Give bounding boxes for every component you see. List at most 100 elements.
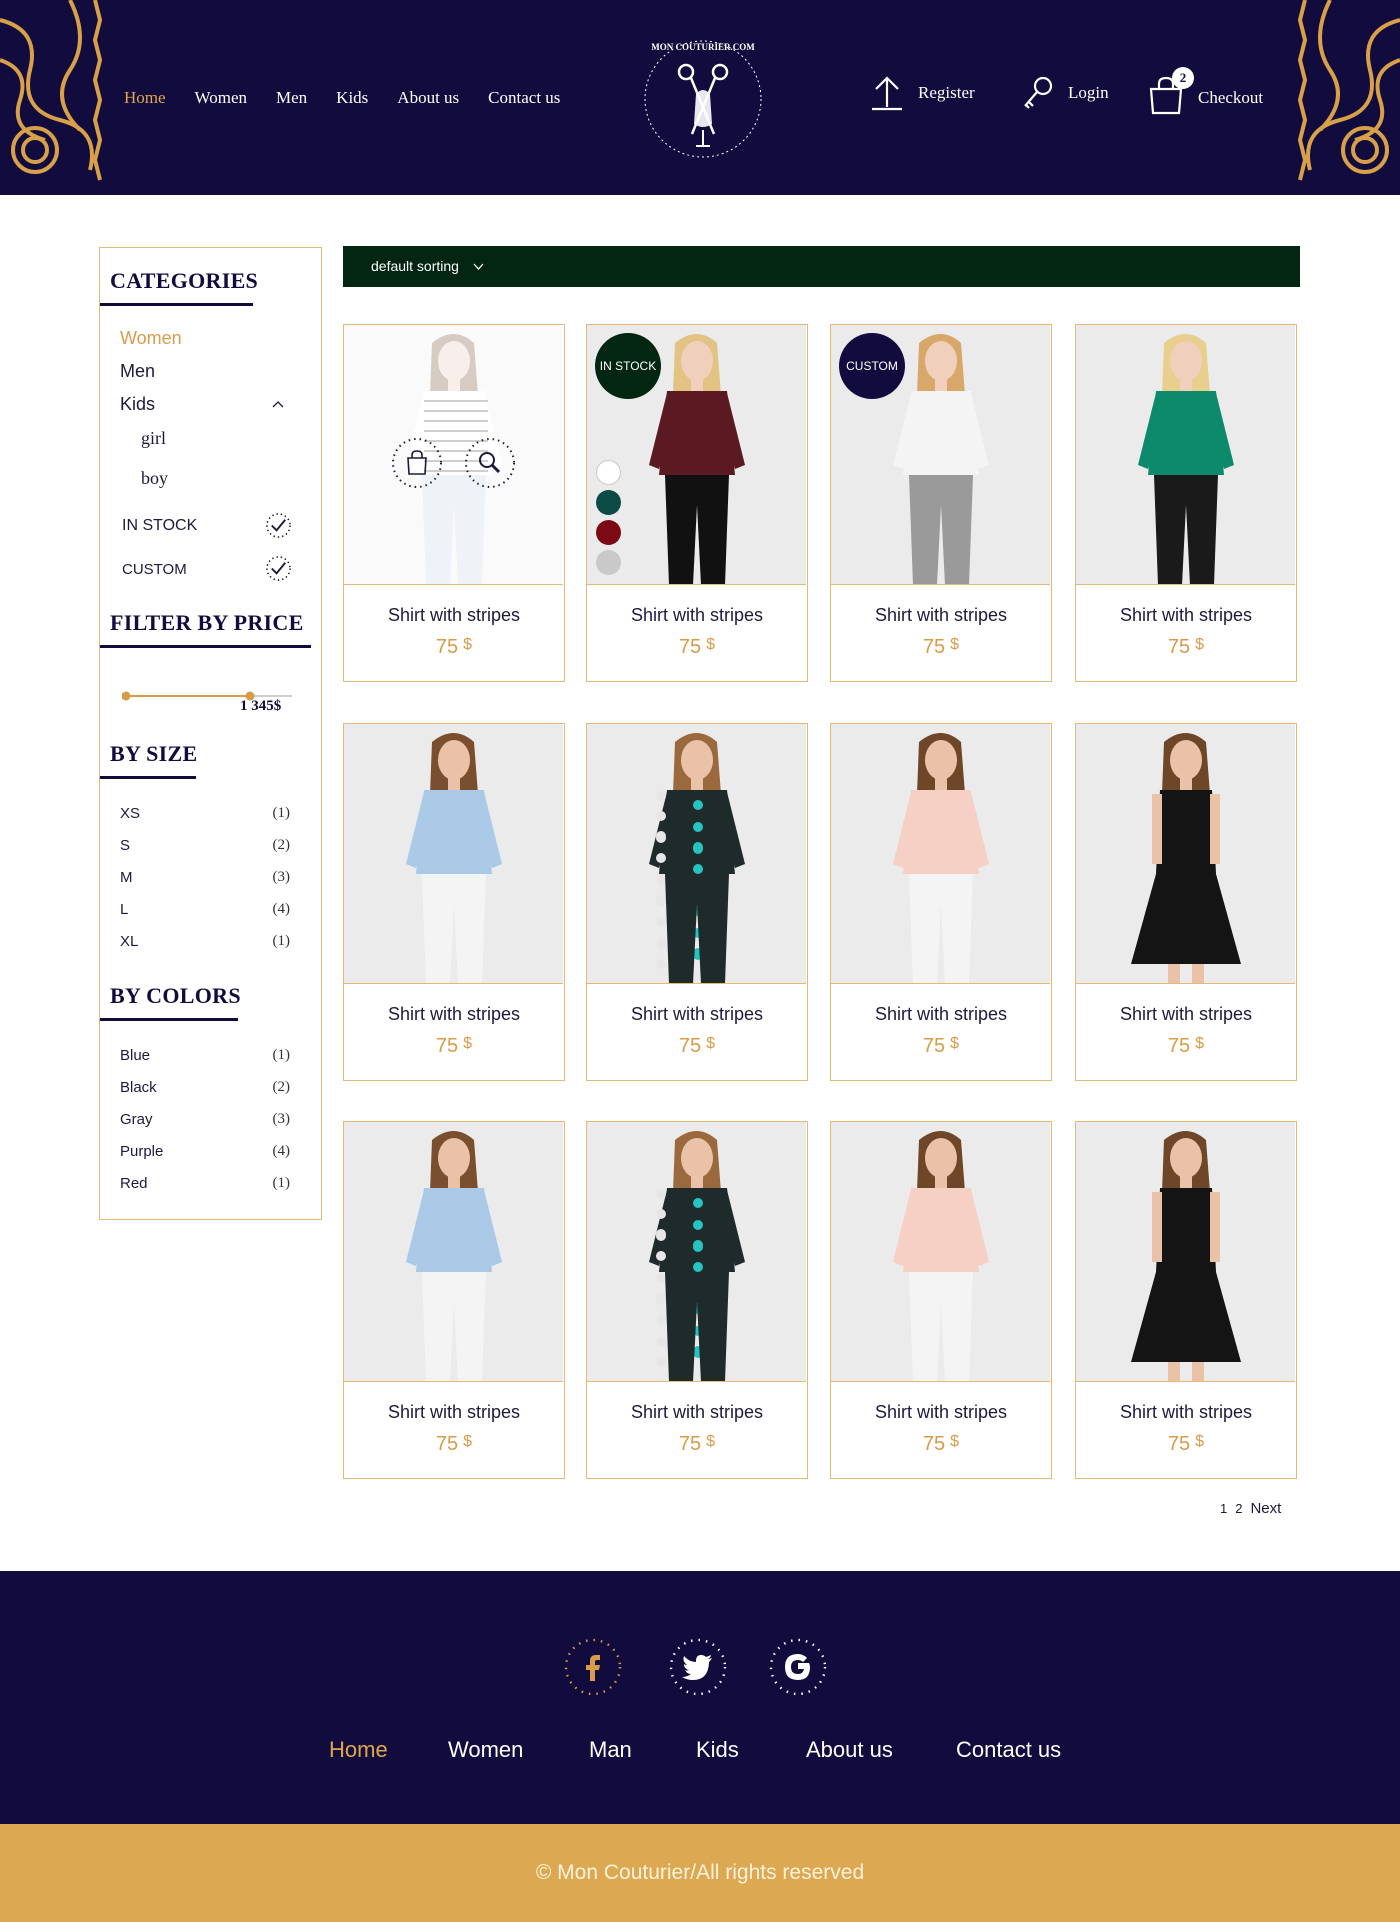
category-men[interactable]: Men bbox=[120, 361, 155, 382]
sort-dropdown[interactable]: default sorting bbox=[371, 258, 484, 274]
footer-nav-women[interactable]: Women bbox=[448, 1737, 523, 1763]
chevron-down-icon bbox=[473, 263, 484, 270]
nav-home[interactable]: Home bbox=[124, 88, 166, 108]
product-image[interactable] bbox=[587, 724, 806, 984]
product-name[interactable]: Shirt with stripes bbox=[587, 1402, 807, 1423]
facebook-icon[interactable] bbox=[563, 1637, 623, 1697]
product-name[interactable]: Shirt with stripes bbox=[1076, 1004, 1296, 1025]
product-photo bbox=[344, 1122, 563, 1381]
price-value: 75 bbox=[922, 1035, 946, 1057]
register-link[interactable]: Register bbox=[870, 75, 975, 111]
in-stock-checkbox[interactable] bbox=[265, 512, 292, 539]
sort-label: default sorting bbox=[371, 258, 459, 274]
product-card[interactable]: Shirt with stripes 75 $ bbox=[586, 723, 808, 1081]
product-card[interactable]: Shirt with stripes 75 $ bbox=[586, 1121, 808, 1479]
quick-view-search-icon[interactable] bbox=[464, 437, 516, 489]
login-link[interactable]: Login bbox=[1022, 75, 1109, 111]
footer-nav-about-us[interactable]: About us bbox=[806, 1737, 893, 1763]
custom-checkbox[interactable] bbox=[265, 555, 292, 582]
product-card[interactable]: Shirt with stripes 75 $ bbox=[1075, 324, 1297, 682]
product-image[interactable] bbox=[831, 724, 1050, 984]
size-option[interactable]: M (3) bbox=[120, 869, 290, 886]
product-image[interactable] bbox=[1076, 724, 1295, 984]
product-name[interactable]: Shirt with stripes bbox=[831, 605, 1051, 626]
nav-contact-us[interactable]: Contact us bbox=[488, 88, 560, 108]
price-value: 75 bbox=[678, 1433, 702, 1455]
color-swatch[interactable] bbox=[596, 490, 621, 515]
product-card[interactable]: CUSTOM Shirt with stripes 75 $ bbox=[830, 324, 1052, 682]
product-name[interactable]: Shirt with stripes bbox=[1076, 1402, 1296, 1423]
page-2-link[interactable]: 2 bbox=[1235, 1501, 1242, 1516]
checkout-link[interactable]: 2 Checkout bbox=[1148, 67, 1263, 120]
site-logo[interactable]: MON COUTURIER.COM bbox=[636, 34, 770, 164]
size-option[interactable]: S (2) bbox=[120, 837, 290, 854]
subcategory-boy[interactable]: boy bbox=[141, 468, 168, 489]
price-currency: $ bbox=[463, 1433, 473, 1450]
main-nav: Home Women Men Kids About us Contact us bbox=[124, 88, 589, 108]
page-1-link[interactable]: 1 bbox=[1220, 1501, 1227, 1516]
pagination: 1 2 Next bbox=[1220, 1500, 1281, 1517]
in-stock-label: IN STOCK bbox=[122, 517, 198, 534]
chevron-up-icon[interactable] bbox=[272, 400, 284, 408]
add-to-cart-icon[interactable] bbox=[391, 437, 443, 489]
product-image[interactable] bbox=[344, 325, 563, 585]
size-option[interactable]: L (4) bbox=[120, 901, 290, 918]
category-women[interactable]: Women bbox=[120, 328, 182, 349]
product-card[interactable]: Shirt with stripes 75 $ bbox=[1075, 1121, 1297, 1479]
color-swatch[interactable] bbox=[596, 460, 621, 485]
product-image[interactable] bbox=[587, 1122, 806, 1382]
nav-men[interactable]: Men bbox=[276, 88, 307, 108]
product-card[interactable]: Shirt with stripes 75 $ bbox=[1075, 723, 1297, 1081]
product-card[interactable]: Shirt with stripes 75 $ bbox=[343, 324, 565, 682]
color-option[interactable]: Red (1) bbox=[120, 1175, 290, 1192]
footer-nav-man[interactable]: Man bbox=[589, 1737, 632, 1763]
product-name[interactable]: Shirt with stripes bbox=[831, 1004, 1051, 1025]
product-image[interactable]: IN STOCK bbox=[587, 325, 806, 585]
product-name[interactable]: Shirt with stripes bbox=[587, 1004, 807, 1025]
size-option[interactable]: XS (1) bbox=[120, 805, 290, 822]
product-image[interactable] bbox=[1076, 325, 1295, 585]
product-image[interactable] bbox=[831, 1122, 1050, 1382]
color-option[interactable]: Gray (3) bbox=[120, 1111, 290, 1128]
product-price: 75 $ bbox=[587, 636, 807, 659]
product-name[interactable]: Shirt with stripes bbox=[344, 1402, 564, 1423]
size-option[interactable]: XL (1) bbox=[120, 933, 290, 950]
footer-nav-kids[interactable]: Kids bbox=[696, 1737, 739, 1763]
subcategory-girl[interactable]: girl bbox=[141, 428, 166, 449]
product-name[interactable]: Shirt with stripes bbox=[1076, 605, 1296, 626]
product-card[interactable]: IN STOCK Shirt with stripes 75 $ bbox=[586, 324, 808, 682]
product-image[interactable] bbox=[344, 1122, 563, 1382]
product-name[interactable]: Shirt with stripes bbox=[587, 605, 807, 626]
product-name[interactable]: Shirt with stripes bbox=[344, 605, 564, 626]
footer-nav-home[interactable]: Home bbox=[329, 1737, 388, 1763]
color-swatch[interactable] bbox=[596, 550, 621, 575]
price-currency: $ bbox=[463, 636, 473, 653]
product-card[interactable]: Shirt with stripes 75 $ bbox=[343, 723, 565, 1081]
color-swatch[interactable] bbox=[596, 520, 621, 545]
product-image[interactable] bbox=[1076, 1122, 1295, 1382]
product-name[interactable]: Shirt with stripes bbox=[344, 1004, 564, 1025]
price-value: 75 bbox=[922, 1433, 946, 1455]
next-page-link[interactable]: Next bbox=[1250, 1500, 1281, 1517]
product-image[interactable] bbox=[344, 724, 563, 984]
nav-about-us[interactable]: About us bbox=[397, 88, 459, 108]
nav-women[interactable]: Women bbox=[195, 88, 247, 108]
twitter-icon[interactable] bbox=[668, 1637, 728, 1697]
product-card[interactable]: Shirt with stripes 75 $ bbox=[830, 1121, 1052, 1479]
product-name[interactable]: Shirt with stripes bbox=[831, 1402, 1051, 1423]
product-card[interactable]: Shirt with stripes 75 $ bbox=[343, 1121, 565, 1479]
product-card[interactable]: Shirt with stripes 75 $ bbox=[830, 723, 1052, 1081]
nav-kids[interactable]: Kids bbox=[336, 88, 368, 108]
product-image[interactable]: CUSTOM bbox=[831, 325, 1050, 585]
color-option[interactable]: Blue (1) bbox=[120, 1047, 290, 1064]
product-price: 75 $ bbox=[344, 636, 564, 659]
product-photo bbox=[831, 724, 1050, 983]
google-icon[interactable] bbox=[768, 1637, 828, 1697]
color-option[interactable]: Purple (4) bbox=[120, 1143, 290, 1160]
category-kids[interactable]: Kids bbox=[120, 394, 155, 415]
color-option[interactable]: Black (2) bbox=[120, 1079, 290, 1096]
color-label: Gray bbox=[120, 1111, 153, 1128]
footer-nav-contact-us[interactable]: Contact us bbox=[956, 1737, 1061, 1763]
product-price: 75 $ bbox=[831, 1035, 1051, 1058]
price-value: 75 bbox=[435, 1433, 459, 1455]
